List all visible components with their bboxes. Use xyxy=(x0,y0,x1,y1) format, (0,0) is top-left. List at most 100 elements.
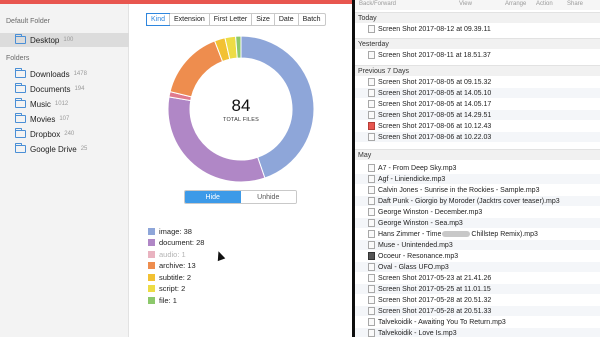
list-item[interactable]: Screen Shot 2017-08-05 at 14.05.10 xyxy=(355,88,600,98)
folder-icon xyxy=(15,113,26,123)
sidebar-item-desktop[interactable]: Desktop 100 xyxy=(0,33,129,47)
legend-swatch xyxy=(148,262,155,269)
audio-file-icon xyxy=(368,197,375,205)
arrange-button[interactable]: Arrange xyxy=(505,1,526,7)
file-name: Screen Shot 2017-05-25 at 11.01.15 xyxy=(378,285,491,293)
legend-item-archive[interactable]: archive: 13 xyxy=(148,261,196,271)
legend-label: image: 38 xyxy=(159,226,192,236)
list-item[interactable]: Hans Zimmer - Time Chillstep Remix).mp3 xyxy=(355,229,600,239)
tab-first-letter[interactable]: First Letter xyxy=(208,14,251,25)
list-item[interactable]: Screen Shot 2017-08-06 at 10.12.43 xyxy=(355,121,600,131)
view-button[interactable]: View xyxy=(459,1,472,7)
sidebar-item-label: Dropbox xyxy=(30,129,61,139)
list-item[interactable]: Oval - Glass UFO.mp3 xyxy=(355,262,600,272)
sidebar-item-documents[interactable]: Documents 194 xyxy=(0,82,129,96)
file-stats-window: Default Folder Desktop 100 Folders Downl… xyxy=(0,0,352,337)
sidebar-item-count: 1478 xyxy=(73,71,87,77)
list-item[interactable]: George Winston - Sea.mp3 xyxy=(355,218,600,228)
sidebar-item-dropbox[interactable]: Dropbox 240 xyxy=(0,127,129,141)
sidebar-item-count: 107 xyxy=(59,116,70,122)
list-item[interactable]: Screen Shot 2017-08-12 at 09.39.11 xyxy=(355,24,600,34)
list-item[interactable]: Talvekoidik - Love Is.mp3 xyxy=(355,328,600,337)
file-name: Screen Shot 2017-08-05 at 14.29.51 xyxy=(378,111,492,119)
sidebar-item-label: Movies xyxy=(30,114,56,124)
total-files-count: 84 xyxy=(231,96,251,115)
tab-batch[interactable]: Batch xyxy=(297,14,325,25)
action-button[interactable]: Action xyxy=(536,1,553,7)
file-name: George Winston - December.mp3 xyxy=(378,208,483,216)
screen: Default Folder Desktop 100 Folders Downl… xyxy=(0,0,600,337)
legend-swatch xyxy=(148,250,155,258)
list-item[interactable]: George Winston - December.mp3 xyxy=(355,207,600,217)
donut-slice-archive[interactable] xyxy=(169,40,224,98)
legend-label: subtitle: 2 xyxy=(159,272,192,282)
sidebar-item-count: 1012 xyxy=(54,101,69,107)
sidebar: Default Folder Desktop 100 Folders Downl… xyxy=(0,4,129,337)
list-item[interactable]: Screen Shot 2017-08-05 at 14.05.17 xyxy=(355,99,600,109)
tab-kind[interactable]: Kind xyxy=(146,13,171,26)
file-name: Screen Shot 2017-08-12 at 09.39.11 xyxy=(378,25,491,33)
audio-file-icon xyxy=(368,230,375,238)
legend-label: archive: 13 xyxy=(159,261,196,270)
tab-date[interactable]: Date xyxy=(273,14,298,25)
legend-swatch xyxy=(148,227,155,235)
finder-toolbar: Back/Forward View Arrange Action Share xyxy=(355,0,600,10)
list-item[interactable]: Ocoeur - Resonance.mp3 xyxy=(355,251,600,261)
sidebar-item-movies[interactable]: Movies 107 xyxy=(0,112,129,126)
list-item[interactable]: Screen Shot 2017-08-05 at 14.29.51 xyxy=(355,110,600,120)
list-item[interactable]: Screen Shot 2017-05-28 at 20.51.32 xyxy=(355,295,600,305)
list-item[interactable]: A7 - From Deep Sky.mp3 xyxy=(355,163,600,173)
list-item[interactable]: Agf - Liniendicke.mp3 xyxy=(355,174,600,184)
legend-item-file[interactable]: file: 1 xyxy=(148,295,177,305)
legend-item-script[interactable]: script: 2 xyxy=(148,284,185,294)
file-name: Calvin Jones - Sunrise in the Rockies - … xyxy=(378,186,540,194)
file-icon xyxy=(368,100,375,108)
tab-size[interactable]: Size xyxy=(251,14,274,25)
hide-button[interactable]: Hide xyxy=(185,191,241,203)
file-icon xyxy=(368,296,375,304)
share-button[interactable]: Share xyxy=(567,1,583,7)
unhide-button[interactable]: Unhide xyxy=(240,191,296,203)
sidebar-item-label: Music xyxy=(30,99,51,109)
folders-heading: Folders xyxy=(6,55,30,62)
sidebar-item-downloads[interactable]: Downloads 1478 xyxy=(0,67,129,81)
sidebar-item-google-drive[interactable]: Google Drive 25 xyxy=(0,142,129,156)
list-item[interactable]: Muse - Unintended.mp3 xyxy=(355,240,600,250)
legend-swatch xyxy=(148,273,155,281)
list-item[interactable]: Screen Shot 2017-08-11 at 18.51.37 xyxy=(355,50,600,60)
list-item[interactable]: Calvin Jones - Sunrise in the Rockies - … xyxy=(355,185,600,195)
legend-item-document[interactable]: document: 28 xyxy=(148,238,204,248)
list-item[interactable]: Talvekoidik - Awaiting You To Return.mp3 xyxy=(355,317,600,327)
file-name: Muse - Unintended.mp3 xyxy=(378,241,453,249)
list-item[interactable]: Screen Shot 2017-05-28 at 20.51.33 xyxy=(355,306,600,316)
tab-extension[interactable]: Extension xyxy=(169,14,209,25)
list-item[interactable]: Screen Shot 2017-08-06 at 10.22.03 xyxy=(355,132,600,142)
legend-item-audio[interactable]: audio: 1 xyxy=(148,249,186,259)
file-name: Screen Shot 2017-08-05 at 09.15.32 xyxy=(378,78,492,86)
section-previous-7-days: Previous 7 Days xyxy=(355,65,600,76)
list-item[interactable]: Daft Punk - Giorgio by Moroder (Jacktrs … xyxy=(355,196,600,206)
mouse-pointer-icon xyxy=(214,249,226,262)
legend-swatch xyxy=(148,239,155,246)
section-yesterday: Yesterday xyxy=(355,38,600,49)
legend-item-subtitle[interactable]: subtitle: 2 xyxy=(148,272,191,282)
folder-icon xyxy=(15,34,26,44)
file-icon xyxy=(368,307,375,315)
file-name: Screen Shot 2017-05-28 at 20.51.33 xyxy=(378,307,492,315)
file-name: Screen Shot 2017-08-11 at 18.51.37 xyxy=(378,51,491,59)
sidebar-item-label: Desktop xyxy=(30,35,60,45)
sidebar-item-music[interactable]: Music 1012 xyxy=(0,97,129,111)
list-item[interactable]: Screen Shot 2017-05-23 at 21.41.26 xyxy=(355,273,600,283)
sidebar-item-count: 25 xyxy=(80,146,88,152)
audio-file-icon xyxy=(368,219,375,227)
back-forward-button[interactable]: Back/Forward xyxy=(359,1,396,7)
file-name: Screen Shot 2017-05-28 at 20.51.32 xyxy=(378,296,492,304)
file-name: Talvekoidik - Awaiting You To Return.mp3 xyxy=(378,318,506,326)
list-item[interactable]: Screen Shot 2017-08-05 at 09.15.32 xyxy=(355,77,600,87)
legend-item-image[interactable]: image: 38 xyxy=(148,226,192,236)
file-icon xyxy=(368,122,375,130)
list-item[interactable]: Screen Shot 2017-05-25 at 11.01.15 xyxy=(355,284,600,294)
file-name: Screen Shot 2017-08-05 at 14.05.10 xyxy=(378,89,492,97)
total-files-label: TOTAL FILES xyxy=(222,117,260,123)
sidebar-item-label: Google Drive xyxy=(30,144,77,154)
